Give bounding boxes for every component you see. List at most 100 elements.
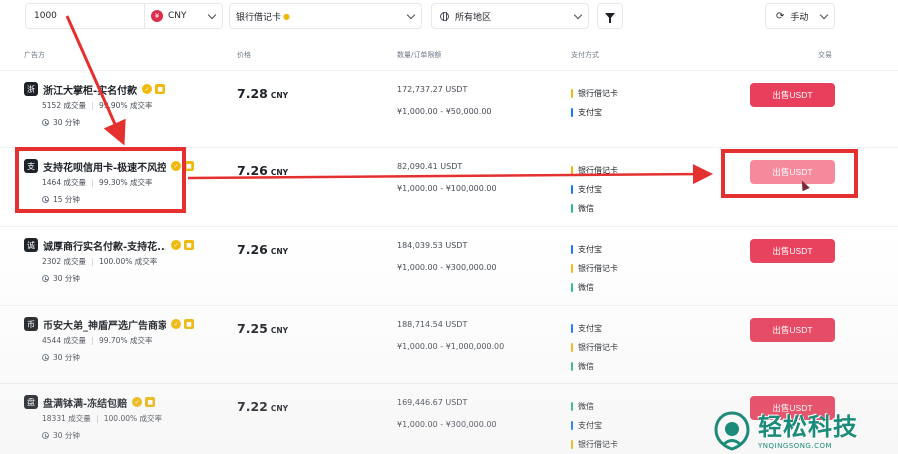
shield-badge-icon: ■ — [184, 240, 194, 250]
payment-method-name: 银行借记卡 — [578, 343, 618, 352]
refresh-mode-select[interactable]: ⟳ 手动 — [765, 3, 835, 29]
payment-method-name: 微信 — [578, 204, 594, 213]
region-label: 所有地区 — [455, 12, 492, 23]
globe-icon — [440, 11, 449, 21]
payment-color-bar — [571, 362, 573, 371]
price-cell: 7.22 CNY — [237, 399, 288, 414]
available-amount: 172,737.27 USDT — [397, 85, 468, 94]
verified-badge-icon: ✓ — [132, 397, 143, 407]
header-quantity-limits: 数量/订单限额 — [397, 51, 442, 59]
payment-method-item: 银行借记卡 — [571, 435, 618, 454]
limits-cell: 172,737.27 USDT ¥1,000.00 - ¥50,000.00 — [397, 85, 492, 116]
avatar: 盘 — [24, 395, 38, 409]
payment-cell: 支付宝 银行借记卡 微信 — [571, 319, 618, 376]
payment-color-bar — [571, 402, 573, 411]
clock-icon — [42, 354, 49, 361]
watermark-title: 轻松科技 — [758, 412, 858, 441]
header-trade: 交易 — [818, 51, 832, 59]
available-amount: 184,039.53 USDT — [397, 241, 468, 250]
payment-method-item: 银行借记卡 — [571, 259, 618, 278]
price-value: 7.25 — [237, 321, 268, 336]
header-payment: 支付方式 — [571, 51, 599, 59]
filter-icon — [605, 13, 615, 23]
sell-usdt-button[interactable]: 出售USDT — [750, 239, 835, 263]
payment-color-bar — [571, 204, 573, 213]
price-cell: 7.26 CNY — [237, 242, 288, 257]
advertiser-name[interactable]: 浙江大掌柜-实名付款 — [43, 82, 137, 97]
table-header: 广告方 价格 数量/订单限额 支付方式 交易 — [0, 50, 898, 64]
payment-method-select[interactable]: 银行借记卡 ● — [229, 3, 422, 29]
cny-currency-icon: ¥ — [151, 10, 163, 22]
completion-rate: 99.70% 成交率 — [98, 336, 153, 345]
payment-color-bar — [571, 108, 573, 117]
amount-field[interactable]: 1000 ¥ CNY — [25, 3, 223, 29]
advertiser-name[interactable]: 盘满钵满-冻结包赔 — [43, 395, 127, 410]
shield-badge-icon: ■ — [184, 319, 194, 329]
payment-time: 30 分钟 — [42, 430, 194, 441]
payment-method-name: 微信 — [578, 402, 594, 411]
chevron-down-icon — [573, 10, 583, 20]
watermark-subtitle: YNQINGSONG.COM — [758, 441, 833, 450]
amount-input[interactable]: 1000 — [26, 11, 144, 21]
price-cell: 7.25 CNY — [237, 321, 288, 336]
shield-badge-icon: ■ — [155, 84, 166, 94]
payment-method-item: 支付宝 — [571, 103, 618, 122]
header-price: 价格 — [237, 51, 251, 59]
payment-method-item: 支付宝 — [571, 180, 618, 199]
advertiser-name[interactable]: 币安大弟_神盾严选广告商家 — [43, 317, 166, 332]
limits-cell: 82,090.41 USDT ¥1,000.00 - ¥100,000.00 — [397, 162, 497, 193]
payment-method-name: 支付宝 — [578, 245, 602, 254]
shield-badge-icon: ■ — [145, 397, 156, 407]
advertiser-cell: 币 币安大弟_神盾严选广告商家 ✓ ■ 4544 成交量 99.70% 成交率 3… — [24, 316, 194, 363]
payment-color-bar — [571, 283, 573, 292]
sell-usdt-button[interactable]: 出售USDT — [750, 83, 835, 107]
sell-usdt-button[interactable]: 出售USDT — [750, 160, 835, 184]
payment-cell: 微信 支付宝 银行借记卡 — [571, 397, 618, 454]
advertiser-stats: 1464 成交量 99.30% 成交率 — [42, 177, 194, 188]
payment-method-name: 银行借记卡 — [578, 440, 618, 449]
completion-rate: 99.90% 成交率 — [98, 101, 153, 110]
limits-cell: 169,446.67 USDT ¥1,000.00 - ¥300,000.00 — [397, 398, 497, 429]
payment-cell: 支付宝 银行借记卡 微信 — [571, 240, 618, 297]
sell-usdt-button[interactable]: 出售USDT — [750, 318, 835, 342]
chevron-down-icon — [406, 10, 416, 20]
avatar: 浙 — [24, 82, 38, 96]
payment-color-bar — [571, 245, 573, 254]
order-limit-range: ¥1,000.00 - ¥50,000.00 — [397, 107, 492, 116]
payment-time-value: 15 分钟 — [53, 195, 80, 204]
avatar: 诚 — [24, 238, 38, 252]
table-row: 币 币安大弟_神盾严选广告商家 ✓ ■ 4544 成交量 99.70% 成交率 3… — [0, 305, 898, 385]
price-unit: CNY — [270, 91, 289, 100]
price-cell: 7.26 CNY — [237, 163, 288, 178]
advertiser-stats: 2302 成交量 100.00% 成交率 — [42, 256, 194, 267]
payment-method-name: 支付宝 — [578, 185, 602, 194]
advertiser-name[interactable]: 支持花呗信用卡-极速不风控 — [43, 159, 166, 174]
table-row: 浙 浙江大掌柜-实名付款 ✓ ■ 5152 成交量 99.90% 成交率 30 分… — [0, 70, 898, 150]
price-value: 7.26 — [237, 163, 268, 178]
trade-volume: 4544 成交量 — [42, 336, 86, 345]
clock-icon — [42, 432, 49, 439]
stats-divider — [96, 415, 98, 423]
payment-method-item: 支付宝 — [571, 240, 618, 259]
payment-time: 30 分钟 — [42, 117, 194, 128]
advertiser-stats: 4544 成交量 99.70% 成交率 — [42, 335, 194, 346]
stats-divider — [91, 337, 93, 345]
watermark: 轻松科技 YNQINGSONG.COM — [712, 408, 898, 454]
advertiser-cell: 浙 浙江大掌柜-实名付款 ✓ ■ 5152 成交量 99.90% 成交率 30 分… — [24, 81, 194, 128]
stats-divider — [91, 179, 93, 187]
advertiser-stats: 18331 成交量 100.00% 成交率 — [42, 413, 194, 424]
verified-badge-icon: ✓ — [171, 240, 181, 250]
limits-cell: 184,039.53 USDT ¥1,000.00 - ¥300,000.00 — [397, 241, 497, 272]
advertiser-name[interactable]: 诚厚商行实名付款-支持花... — [43, 238, 166, 253]
region-select[interactable]: 所有地区 — [431, 3, 589, 29]
completion-rate: 99.30% 成交率 — [98, 178, 153, 187]
payment-method-item: 银行借记卡 — [571, 338, 618, 357]
payment-cell: 银行借记卡 支付宝 微信 — [571, 161, 618, 218]
filter-button[interactable] — [597, 3, 623, 29]
refresh-mode-label: 手动 — [790, 12, 809, 23]
payment-color-bar — [571, 440, 573, 449]
currency-label: CNY — [168, 11, 187, 21]
price-unit: CNY — [270, 326, 289, 335]
verified-badge-icon: ✓ — [142, 84, 153, 94]
advertiser-cell: 诚 诚厚商行实名付款-支持花... ✓ ■ 2302 成交量 100.00% 成交… — [24, 237, 194, 284]
